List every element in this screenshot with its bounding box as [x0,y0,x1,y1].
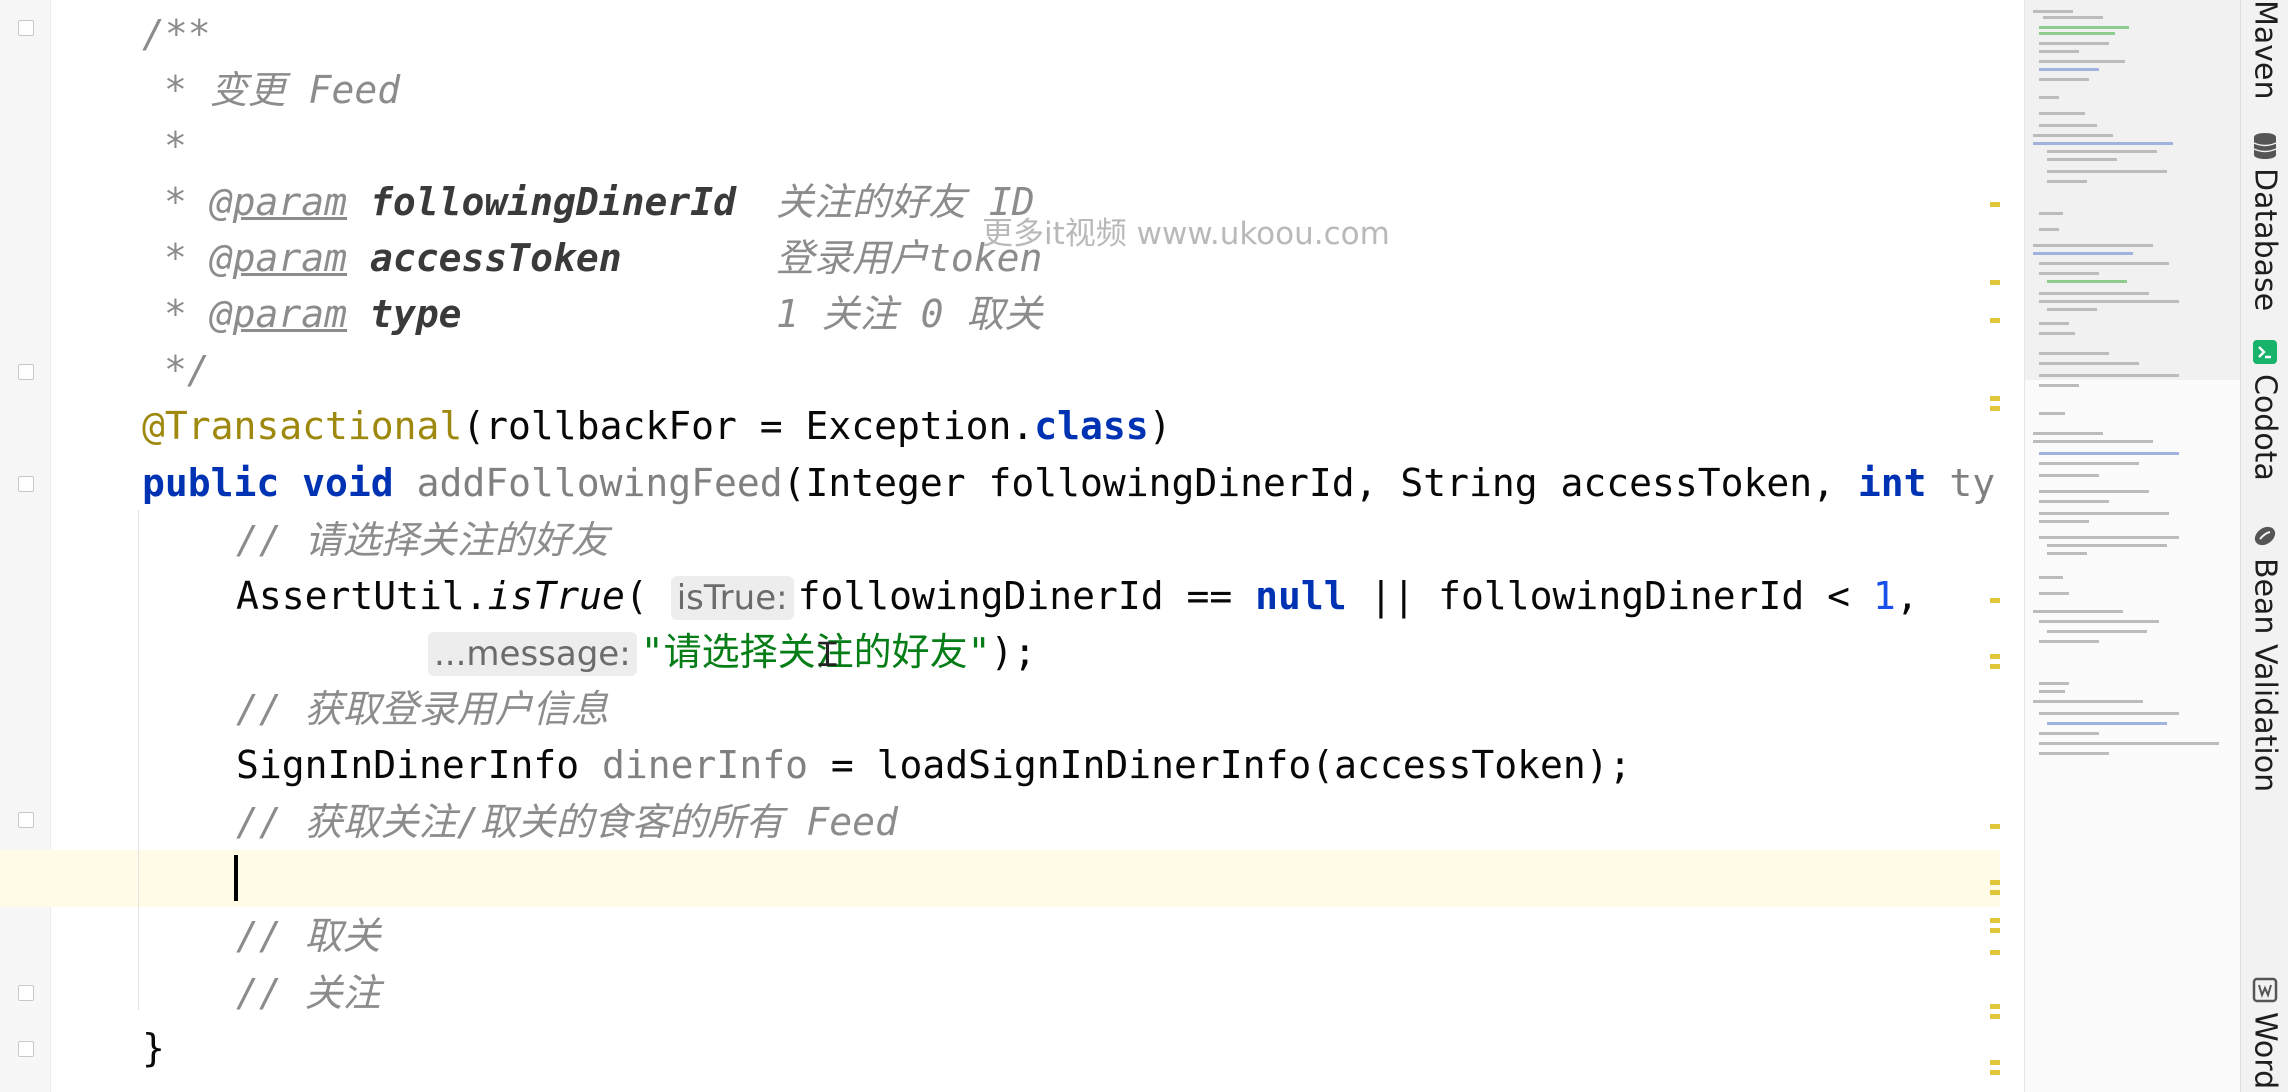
database-icon [2251,132,2279,160]
warning-marker[interactable] [1990,406,2000,411]
javadoc-open: /** [142,12,211,56]
code-line[interactable]: AssertUtil.isTrue( isTrue: followingDiner… [236,568,1919,625]
line-comment: // 请选择关注的好友 [236,518,609,562]
warning-marker[interactable] [1990,598,2000,603]
fold-icon[interactable] [18,1041,34,1057]
warning-marker[interactable] [1990,396,2000,401]
parameter-hint: ...message: [428,632,637,676]
code-line[interactable]: // 请选择关注的好友 [236,512,609,569]
tool-window-word[interactable]: Word [2241,976,2288,1089]
code-line[interactable]: /** [142,6,211,63]
word-icon [2251,976,2279,1004]
code-line[interactable]: * @param accessToken [164,230,622,287]
parameter-hint: isTrue: [670,576,794,620]
method-signature[interactable]: public void addFollowingFeed(Integer fol… [142,455,1995,512]
watermark: 更多it视频 www.ukoou.com [982,216,1390,252]
tool-window-label: Codota [2247,374,2283,481]
warning-marker[interactable] [1990,928,2000,933]
javadoc-close: */ [164,348,210,392]
param-name: type [369,292,462,336]
warning-marker[interactable] [1990,202,2000,207]
indent-guide [138,510,139,1010]
line-comment: // 获取登录用户信息 [236,687,609,731]
tool-window-label: Maven [2247,0,2283,100]
tool-window-label: Database [2247,168,2283,312]
warning-marker[interactable] [1990,1060,2000,1065]
code-line[interactable]: // 取关 [236,908,381,965]
code-line[interactable]: */ [164,342,210,399]
warning-marker[interactable] [1990,280,2000,285]
warning-marker[interactable] [1990,1070,2000,1075]
code-line[interactable]: // 获取关注/取关的食客的所有 Feed [236,794,898,851]
param-tag: @param [209,180,348,224]
code-line[interactable]: // 关注 [236,965,381,1022]
code-line[interactable]: // 获取登录用户信息 [236,681,609,738]
warning-marker[interactable] [1990,1004,2000,1009]
bean-validation-icon [2251,522,2279,550]
warning-marker[interactable] [1990,1014,2000,1019]
code-line[interactable]: * @param followingDinerId [164,174,736,231]
code-line[interactable]: * [164,118,187,175]
param-desc: 登录用户token [776,236,1043,280]
fold-icon[interactable] [18,985,34,1001]
param-desc: 1 关注 0 取关 [776,292,1043,336]
param-tag: @param [209,236,348,280]
warning-marker[interactable] [1990,950,2000,955]
code-line[interactable]: @Transactional(rollbackFor = Exception.c… [142,398,1172,455]
param-name: accessToken [369,236,622,280]
text-caret [234,855,238,901]
tool-window-strip: Maven Database Codota Bean Validation Wo… [2240,0,2288,1092]
fold-icon[interactable] [18,812,34,828]
warning-marker[interactable] [1990,318,2000,323]
tool-window-label: Bean Validation [2247,558,2283,793]
string-literal: "请选择关注的好友" [640,630,991,674]
fold-icon[interactable] [18,20,34,36]
code-line[interactable]: * 变更 Feed [164,62,400,119]
code-line[interactable]: SignInDinerInfo dinerInfo = loadSignInDi… [236,737,1632,794]
line-comment: // 取关 [236,914,381,958]
warning-marker[interactable] [1990,664,2000,669]
code-line[interactable]: } [142,1020,165,1077]
current-line-highlight [0,850,2000,907]
code-minimap[interactable] [2024,0,2241,1092]
warning-marker[interactable] [1990,918,2000,923]
warning-marker[interactable] [1990,890,2000,895]
param-tag: @param [209,292,348,336]
annotation: @Transactional [142,404,463,448]
param-desc: 关注的好友 ID [776,180,1035,224]
tool-window-codota[interactable]: Codota [2241,338,2288,481]
tool-window-bean-validation[interactable]: Bean Validation [2241,522,2288,792]
line-comment: // 关注 [236,971,381,1015]
ibeam-cursor-icon: Ɪ [818,635,837,675]
fold-icon[interactable] [18,476,34,492]
code-line[interactable]: ...message: "请选择关注的好友"); [428,624,1036,681]
warning-marker[interactable] [1990,880,2000,885]
param-name: followingDinerId [369,180,736,224]
codota-icon [2251,338,2279,366]
javadoc-summary: * 变更 Feed [164,68,401,112]
method-name: addFollowingFeed [416,461,783,505]
fold-icon[interactable] [18,364,34,380]
local-variable: dinerInfo [602,743,808,787]
warning-marker[interactable] [1990,654,2000,659]
code-editor[interactable]: 更多it视频 www.ukoou.com /** * 变更 Feed * * @… [0,0,2000,1092]
line-comment: // 获取关注/取关的食客的所有 Feed [236,800,898,844]
tool-window-database[interactable]: Database [2241,132,2288,311]
closing-brace: } [142,1026,165,1070]
line-gutter[interactable] [0,0,51,1092]
warning-marker[interactable] [1990,824,2000,829]
tool-window-label: Word [2247,1012,2283,1090]
error-stripe[interactable] [1988,0,2000,1092]
tool-window-maven[interactable]: Maven [2241,0,2288,100]
code-line[interactable]: * @param type [164,286,461,343]
javadoc-blank: * [164,124,187,168]
